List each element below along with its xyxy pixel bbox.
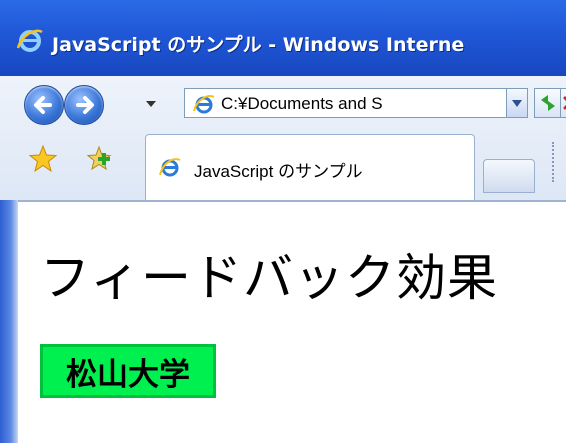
add-favorite-icon[interactable] [84, 144, 114, 174]
address-dropdown-button[interactable] [506, 88, 528, 118]
new-tab-button[interactable] [483, 159, 535, 193]
tab-javascript-sample[interactable]: JavaScript のサンプル [145, 134, 475, 200]
forward-arrow-icon [76, 96, 94, 114]
refresh-button[interactable] [534, 88, 562, 118]
favorites-star-icon[interactable] [28, 144, 58, 174]
recent-pages-dropdown[interactable] [146, 101, 156, 107]
toolbar-divider [552, 142, 554, 182]
back-button[interactable] [24, 85, 64, 125]
forward-button[interactable] [64, 85, 104, 125]
stop-button[interactable] [560, 88, 566, 118]
ie-page-icon [193, 95, 215, 114]
browser-chrome: C:¥Documents and S JavaScript のサンプル [0, 76, 566, 200]
university-label[interactable]: 松山大学 [40, 344, 216, 398]
address-bar[interactable]: C:¥Documents and S [184, 88, 528, 118]
ie-logo-icon [16, 29, 43, 52]
page-content: フィードバック効果 松山大学 [18, 202, 566, 443]
title-bar: JavaScript のサンプル - Windows Interne [0, 0, 566, 76]
tab-label: JavaScript のサンプル [194, 162, 363, 181]
refresh-go-icon [541, 95, 555, 111]
page-heading: フィードバック効果 [40, 249, 498, 307]
address-text: C:¥Documents and S [221, 94, 383, 113]
window-title: JavaScript のサンプル - Windows Interne [52, 34, 465, 56]
tab-ie-icon [159, 158, 181, 177]
window-left-frame [0, 200, 18, 443]
back-arrow-icon [34, 96, 52, 114]
stop-x-icon [563, 96, 566, 110]
